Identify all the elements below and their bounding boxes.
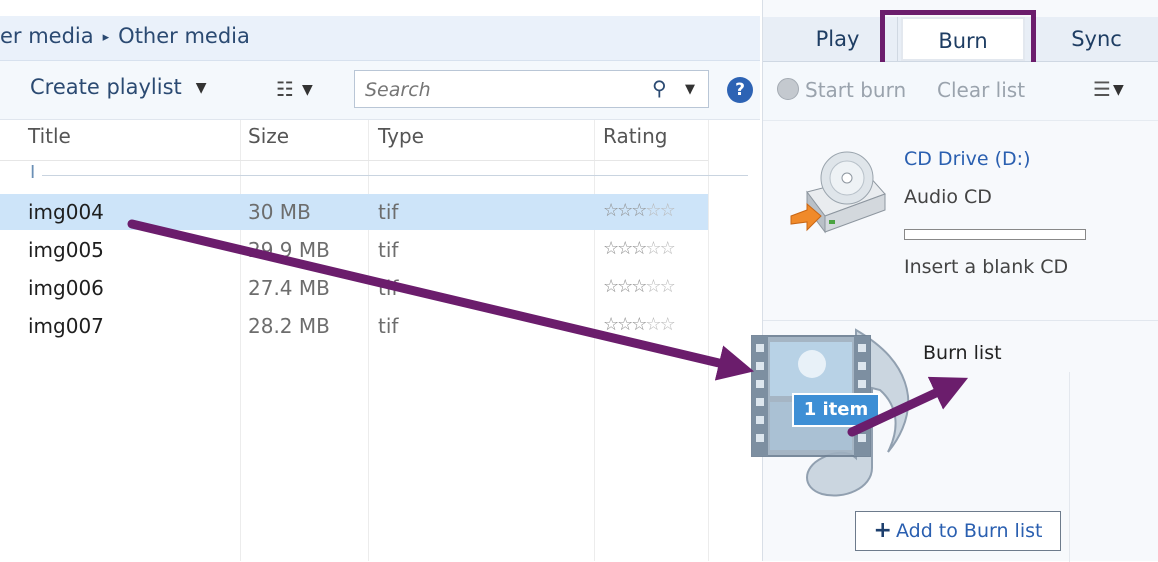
star-icon[interactable]: ☆ [631,276,647,297]
star-icon[interactable]: ☆ [631,314,647,335]
group-header[interactable]: I [30,162,35,183]
star-icon[interactable]: ☆ [645,238,661,259]
breadcrumb-item-current[interactable]: Other media [118,24,250,48]
table-row[interactable]: img005 29.9 MB tif ☆☆☆☆☆ [0,232,708,268]
library-pane: er media ▸ Other media Create playlist ▼ ☷ ▼… [0,0,760,561]
search-box: ⚲ ▼ [354,70,709,108]
row-type: tif [378,200,399,224]
create-playlist-label: Create playlist [30,75,182,99]
start-burn-label: Start burn [805,78,907,102]
row-title: img006 [28,276,104,300]
section-divider [763,320,1158,321]
disc-capacity-bar [904,229,1086,240]
star-icon[interactable]: ☆ [660,238,676,259]
start-burn-button[interactable]: Start burn [777,78,906,102]
row-title: img004 [28,200,104,224]
breadcrumb: er media ▸ Other media [0,24,250,48]
star-icon[interactable]: ☆ [603,276,619,297]
group-divider [42,175,748,176]
rating-stars[interactable]: ☆☆☆☆☆ [603,314,676,335]
cd-drive-icon [790,151,886,234]
cd-drive-link[interactable]: CD Drive (D:) [904,148,1031,170]
row-size: 27.4 MB [248,276,330,300]
burn-disc-icon [777,78,799,100]
tab-sync[interactable]: Sync [1033,17,1158,61]
star-icon[interactable]: ☆ [645,314,661,335]
star-icon[interactable]: ☆ [617,200,633,221]
row-title: img007 [28,314,104,338]
star-icon[interactable]: ☆ [603,200,619,221]
star-icon[interactable]: ☆ [603,314,619,335]
column-header-type[interactable]: Type [378,124,424,148]
row-size: 28.2 MB [248,314,330,338]
table-row[interactable]: img006 27.4 MB tif ☆☆☆☆☆ [0,270,708,306]
chevron-down-icon[interactable]: ▼ [196,80,207,96]
chevron-down-icon: ▼ [1112,82,1124,98]
drag-count-badge: 1 item [792,393,880,427]
row-type: tif [378,276,399,300]
rating-stars[interactable]: ☆☆☆☆☆ [603,238,676,259]
view-options-icon: ☷ [276,77,294,101]
breadcrumb-item-parent[interactable]: er media [0,24,94,48]
star-icon[interactable]: ☆ [617,276,633,297]
disc-status-label: Insert a blank CD [904,256,1069,278]
row-title: img005 [28,238,104,262]
breadcrumb-separator-icon[interactable]: ▸ [103,30,110,45]
row-size: 29.9 MB [248,238,330,262]
list-divider [1069,372,1070,562]
add-to-burn-list-button[interactable]: + Add to Burn list [855,511,1061,551]
list-options-button[interactable]: ☰ ▼ [1093,77,1124,101]
view-options-button[interactable]: ☷ ▼ [276,77,313,101]
create-playlist-button[interactable]: Create playlist ▼ [30,75,207,99]
disc-type-label: Audio CD [904,186,992,208]
star-icon[interactable]: ☆ [617,314,633,335]
help-icon[interactable]: ? [727,77,753,103]
star-icon[interactable]: ☆ [603,238,619,259]
column-divider [708,120,709,561]
plus-icon: + [873,518,892,543]
row-type: tif [378,238,399,262]
rating-stars[interactable]: ☆☆☆☆☆ [603,200,676,221]
add-to-burn-list-label: Add to Burn list [895,520,1043,542]
column-header-size[interactable]: Size [248,124,289,148]
table-row[interactable]: img004 30 MB tif ☆☆☆☆☆ [0,194,708,230]
library-toolbar: Create playlist▼ ☷▼ ⚲ ▼ ? [0,61,760,120]
rating-stars[interactable]: ☆☆☆☆☆ [603,276,676,297]
column-header-rating[interactable]: Rating [603,124,667,148]
breadcrumb-bar: er media ▸ Other media [0,16,760,61]
star-icon[interactable]: ☆ [645,200,661,221]
star-icon[interactable]: ☆ [631,238,647,259]
star-icon[interactable]: ☆ [631,200,647,221]
row-size: 30 MB [248,200,311,224]
search-icon[interactable]: ⚲ [652,76,667,100]
row-type: tif [378,314,399,338]
search-options-chevron-icon[interactable]: ▼ [685,82,695,97]
column-header-title[interactable]: Title [28,124,71,148]
star-icon[interactable]: ☆ [617,238,633,259]
star-icon[interactable]: ☆ [660,200,676,221]
star-icon[interactable]: ☆ [660,314,676,335]
chevron-down-icon: ▼ [301,82,313,98]
burn-toolbar: Start burn Clear list ☰ ▼ [763,62,1158,121]
search-input[interactable] [363,75,637,105]
header-divider [0,160,708,161]
burn-tab-highlight-box [880,10,1036,67]
table-row[interactable]: img007 28.2 MB tif ☆☆☆☆☆ [0,308,708,344]
clear-list-button[interactable]: Clear list [937,78,1025,102]
star-icon[interactable]: ☆ [660,276,676,297]
star-icon[interactable]: ☆ [645,276,661,297]
list-options-icon: ☰ [1093,77,1111,101]
